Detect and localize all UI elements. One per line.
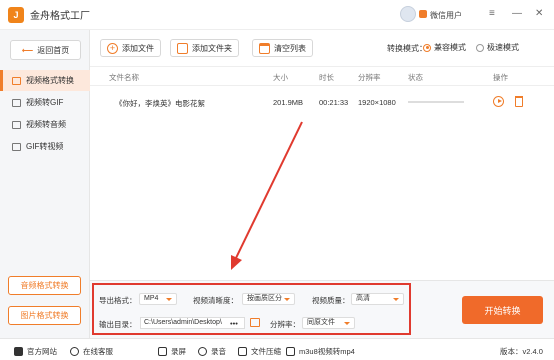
browse-dots-button[interactable]: ••• xyxy=(229,319,239,328)
resolution-select[interactable]: 同原文件 xyxy=(302,317,355,329)
audio-format-button[interactable]: 音频格式转换 xyxy=(8,276,81,295)
table-row[interactable]: 《你好，李焕英》电影花絮 201.9MB 00:21:33 1920×1080 xyxy=(90,90,554,114)
mode-compat-radio[interactable]: 兼容模式 xyxy=(423,42,466,53)
plus-icon: + xyxy=(107,42,118,54)
home-label: 返回首页 xyxy=(37,45,70,55)
tool-label: 录屏 xyxy=(171,347,186,356)
username[interactable]: 微信用户 xyxy=(430,10,462,21)
gif-video-icon xyxy=(12,142,21,151)
progress-bar xyxy=(408,101,464,103)
title-bar: J 金舟格式工厂 xyxy=(0,0,554,30)
format-select[interactable]: MP4 xyxy=(139,293,177,305)
output-label: 输出目录： xyxy=(99,320,137,329)
sidebar-item-video-gif[interactable]: 视频转GIF xyxy=(0,92,90,113)
folder-icon xyxy=(177,42,188,54)
col-resolution: 分辨率 xyxy=(358,73,381,82)
sidebar-item-label: 视频转GIF xyxy=(26,98,64,107)
app-logo-icon: J xyxy=(8,6,24,23)
add-folder-button[interactable]: 添加文件夹 xyxy=(170,39,239,57)
website-label: 官方网站 xyxy=(27,347,57,356)
col-action: 操作 xyxy=(493,73,508,82)
broom-icon xyxy=(259,42,270,54)
sidebar-item-gif-video[interactable]: GIF转视频 xyxy=(0,136,90,157)
sidebar-item-label: GIF转视频 xyxy=(26,142,64,151)
quality-select[interactable]: 高清 xyxy=(351,293,404,305)
add-file-label: 添加文件 xyxy=(122,43,154,53)
file-name: 《你好，李焕英》电影花絮 xyxy=(115,99,205,108)
add-file-button[interactable]: + 添加文件 xyxy=(100,39,161,57)
version-text: 版本：v2.4.0 xyxy=(500,347,543,356)
tool-label: 文件压缩 xyxy=(251,347,281,356)
service-link[interactable]: 在线客服 xyxy=(70,346,113,357)
video-icon xyxy=(12,76,21,85)
sidebar: ⟵ 返回首页 视频格式转换 视频转GIF 视频转音频 GIF转视频 音频格式转换… xyxy=(0,30,90,338)
website-link[interactable]: 官方网站 xyxy=(14,346,57,357)
mode-fast-label: 极速模式 xyxy=(487,43,519,52)
radio-icon xyxy=(476,43,484,52)
app-title: 金舟格式工厂 xyxy=(30,11,90,22)
m3u8-link[interactable]: m3u8视频转mp4 xyxy=(286,346,355,357)
clear-list-button[interactable]: 清空列表 xyxy=(252,39,313,57)
table-header: 文件名称 大小 时长 分辨率 状态 操作 xyxy=(90,66,554,86)
col-size: 大小 xyxy=(273,73,288,82)
screen-record-link[interactable]: 录屏 xyxy=(158,346,186,357)
resolution-label: 分辨率： xyxy=(270,320,300,329)
service-label: 在线客服 xyxy=(83,347,113,356)
toolbar: + 添加文件 添加文件夹 清空列表 转换模式： 兼容模式 极速模式 xyxy=(90,30,554,66)
tool-label: 录音 xyxy=(211,347,226,356)
audio-record-link[interactable]: 录音 xyxy=(198,346,226,357)
sidebar-item-video-audio[interactable]: 视频转音频 xyxy=(0,114,90,135)
play-icon[interactable] xyxy=(493,96,504,107)
mode-label: 转换模式： xyxy=(387,44,427,53)
mode-compat-label: 兼容模式 xyxy=(434,43,466,52)
home-button[interactable]: ⟵ 返回首页 xyxy=(10,40,81,60)
sidebar-item-label: 视频格式转换 xyxy=(26,76,74,85)
folder-icon[interactable] xyxy=(250,318,260,327)
file-size: 201.9MB xyxy=(273,98,304,107)
clarity-label: 视频清晰度： xyxy=(193,296,238,305)
screen-record-icon xyxy=(158,347,167,356)
home-icon xyxy=(14,347,23,356)
compress-icon xyxy=(238,347,247,356)
col-status: 状态 xyxy=(408,73,423,82)
clarity-select[interactable]: 按画质区分 xyxy=(242,293,295,305)
format-label: 导出格式： xyxy=(99,296,137,305)
sidebar-item-video-format[interactable]: 视频格式转换 xyxy=(0,70,90,91)
menu-icon[interactable]: ≡ xyxy=(489,8,495,19)
audio-icon xyxy=(12,120,21,129)
vip-badge-icon xyxy=(419,10,427,18)
m3u8-icon xyxy=(286,347,295,356)
file-resolution: 1920×1080 xyxy=(358,98,396,107)
col-duration: 时长 xyxy=(319,73,334,82)
start-convert-button[interactable]: 开始转换 xyxy=(462,296,543,324)
trash-icon[interactable] xyxy=(515,96,523,107)
radio-selected-icon xyxy=(423,43,431,52)
output-path: C:\Users\admin\Desktop\ xyxy=(144,319,222,326)
col-name: 文件名称 xyxy=(109,73,139,82)
avatar[interactable] xyxy=(400,6,416,22)
chat-icon xyxy=(70,347,79,356)
compress-link[interactable]: 文件压缩 xyxy=(238,346,281,357)
file-duration: 00:21:33 xyxy=(319,98,349,107)
tool-label: m3u8视频转mp4 xyxy=(299,347,355,356)
back-arrow-icon: ⟵ xyxy=(21,45,34,55)
image-format-button[interactable]: 图片格式转换 xyxy=(8,306,81,325)
add-folder-label: 添加文件夹 xyxy=(192,43,232,53)
mic-icon xyxy=(198,347,207,356)
quality-label: 视频质量： xyxy=(312,296,350,305)
sidebar-item-label: 视频转音频 xyxy=(26,120,66,129)
mode-fast-radio[interactable]: 极速模式 xyxy=(476,42,519,53)
clear-list-label: 清空列表 xyxy=(274,43,306,53)
gif-icon xyxy=(12,98,21,107)
close-icon[interactable]: ✕ xyxy=(535,8,543,19)
minimize-icon[interactable]: — xyxy=(512,8,522,19)
status-bar: 官方网站 在线客服 录屏 录音 文件压缩 m3u8视频转mp4 版本：v2.4.… xyxy=(0,338,554,360)
